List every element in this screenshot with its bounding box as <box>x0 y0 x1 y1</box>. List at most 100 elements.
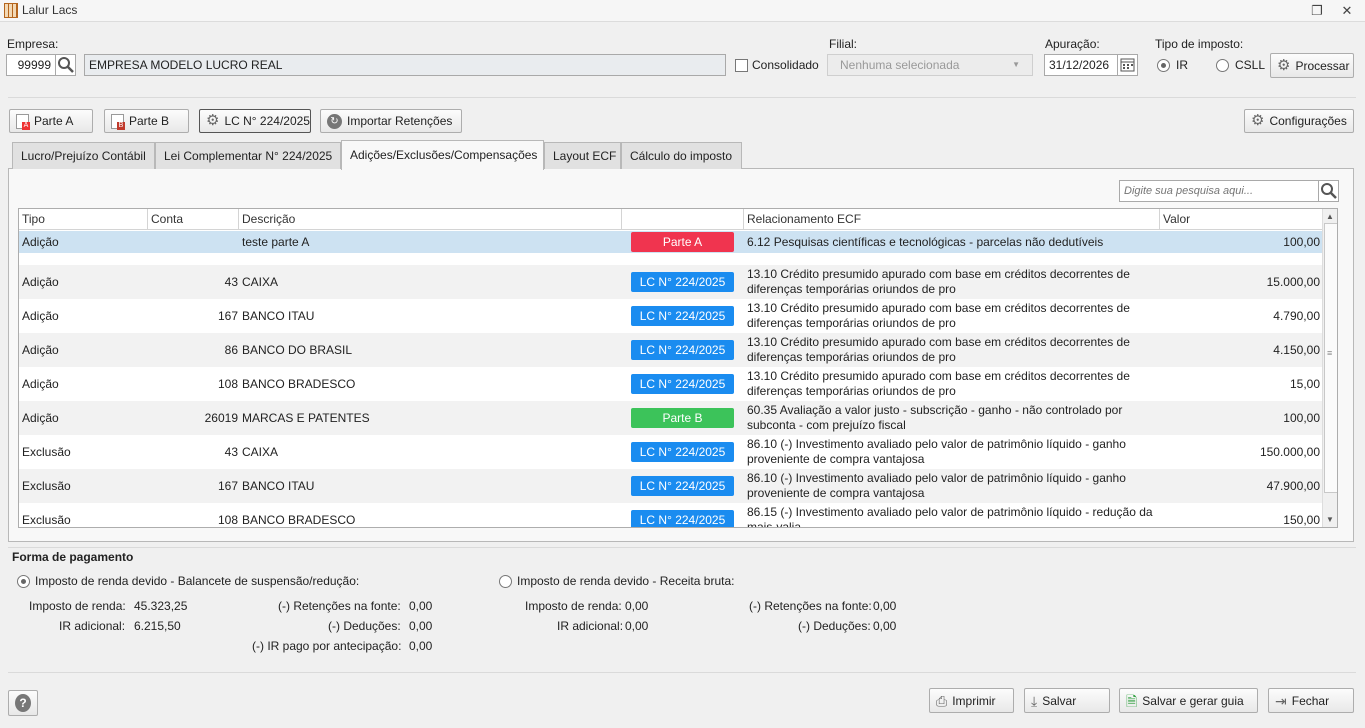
column-header-descricao[interactable]: Descrição <box>239 209 622 230</box>
cell-conta: 167 <box>217 309 238 323</box>
tab-lucro-prejuizo[interactable]: Lucro/Prejuízo Contábil <box>12 142 155 169</box>
importar-retencoes-button[interactable]: ↻ Importar Retenções <box>320 109 462 133</box>
right-ret-label: (-) Retenções na fonte: <box>749 599 872 613</box>
empresa-code-input[interactable]: 99999 <box>6 54 56 76</box>
tipo-imposto-label: Tipo de imposto: <box>1155 37 1244 51</box>
cell-valor: 15.000,00 <box>1266 275 1320 289</box>
column-header-relacionamento-ecf[interactable]: Relacionamento ECF <box>744 209 1160 230</box>
table-row[interactable]: Adição 86 BANCO DO BRASIL LC N° 224/2025 13.… <box>19 333 1322 367</box>
left-ded-value: 0,00 <box>409 619 433 633</box>
fechar-label: Fechar <box>1291 693 1330 708</box>
processar-button[interactable]: ⚙ Processar <box>1270 53 1354 78</box>
left-ret-value: 0,00 <box>409 599 433 613</box>
parte-b-label: Parte B <box>129 114 170 128</box>
lc-button[interactable]: ⚙ LC N° 224/2025 <box>199 109 311 133</box>
close-icon[interactable]: ✕ <box>1339 3 1355 19</box>
salvar-button[interactable]: ⤓ Salvar <box>1024 688 1110 713</box>
chevron-down-icon: ▼ <box>1012 60 1020 69</box>
cell-tipo: Adição <box>22 411 59 425</box>
restore-icon[interactable]: ❐ <box>1309 3 1325 19</box>
imprimir-button[interactable]: ⎙ Imprimir <box>929 688 1014 713</box>
origin-badge: LC N° 224/2025 <box>631 306 734 326</box>
cell-tipo: Exclusão <box>22 445 71 459</box>
table-row[interactable]: Adição 43 CAIXA LC N° 224/2025 13.10 Crédito… <box>19 265 1322 299</box>
table-row[interactable]: Adição teste parte A Parte A 6.12 Pesquisas… <box>19 231 1322 253</box>
filial-select[interactable]: Nenhuma selecionada ▼ <box>827 54 1033 76</box>
empresa-name-field: EMPRESA MODELO LUCRO REAL <box>84 54 726 76</box>
apuracao-label: Apuração: <box>1045 37 1100 51</box>
tab-layout-ecf[interactable]: Layout ECF <box>544 142 621 169</box>
scroll-up-icon[interactable]: ▲ <box>1326 212 1334 221</box>
help-icon: ? <box>15 694 31 712</box>
help-button[interactable]: ? <box>8 690 38 716</box>
cell-relacionamento-ecf: 6.12 Pesquisas científicas e tecnológica… <box>747 231 1157 253</box>
table-row[interactable]: Adição 26019 MARCAS E PATENTES Parte B 60.35… <box>19 401 1322 435</box>
tab-lei-complementar[interactable]: Lei Complementar N° 224/2025 <box>155 142 341 169</box>
cell-descricao: MARCAS E PATENTES <box>242 411 370 425</box>
parte-a-label: Parte A <box>34 114 74 128</box>
cell-conta: 108 <box>217 377 238 391</box>
balancete-radio[interactable]: Imposto de renda devido - Balancete de s… <box>17 574 359 588</box>
calendar-button[interactable] <box>1117 54 1138 76</box>
empresa-search-button[interactable] <box>55 54 76 76</box>
table-row[interactable]: Exclusão 108 BANCO BRADESCO LC N° 224/2025 8… <box>19 503 1322 527</box>
search-input[interactable] <box>1119 180 1319 202</box>
radio-button[interactable] <box>499 574 512 588</box>
calendar-icon <box>1120 58 1135 72</box>
ecf-line: diferenças temporárias oriundos de pro <box>747 282 956 296</box>
table-row[interactable]: Adição 108 BANCO BRADESCO LC N° 224/2025 13.… <box>19 367 1322 401</box>
parte-a-button[interactable]: A Parte A <box>9 109 93 133</box>
table-row[interactable]: Exclusão 43 CAIXA LC N° 224/2025 86.10 (-) I… <box>19 435 1322 469</box>
column-header-tipo[interactable]: Tipo <box>19 209 148 230</box>
cell-tipo: Exclusão <box>22 479 71 493</box>
scroll-down-icon[interactable]: ▼ <box>1326 515 1334 524</box>
download-icon: ⤓ <box>1031 692 1038 709</box>
apuracao-date-input[interactable]: 31/12/2026 <box>1044 54 1118 76</box>
search-icon <box>58 57 74 73</box>
cell-conta: 26019 <box>204 411 238 425</box>
divider <box>8 547 1356 548</box>
consolidado-checkbox[interactable]: Consolidado <box>735 58 819 72</box>
scroll-thumb[interactable] <box>1324 223 1337 493</box>
tab-adicoes-exclusoes[interactable]: Adições/Exclusões/Compensações <box>341 140 544 170</box>
parte-b-button[interactable]: B Parte B <box>104 109 189 133</box>
csll-radio[interactable]: CSLL <box>1216 58 1265 72</box>
receita-bruta-radio[interactable]: Imposto de renda devido - Receita bruta: <box>499 574 734 588</box>
column-header-badge[interactable] <box>622 209 744 230</box>
table-row[interactable]: Exclusão 167 BANCO ITAU LC N° 224/2025 86.10… <box>19 469 1322 503</box>
radio-button[interactable] <box>17 574 30 588</box>
ecf-line: proveniente de compra vantajosa <box>747 486 925 500</box>
fechar-button[interactable]: ⇥ Fechar <box>1268 688 1354 713</box>
ir-radio[interactable]: IR <box>1157 58 1188 72</box>
import-icon: ↻ <box>327 113 342 129</box>
right-ded-value: 0,00 <box>873 619 897 633</box>
radio-button[interactable] <box>1216 58 1229 72</box>
cell-descricao: teste parte A <box>242 235 310 249</box>
tab-calculo-imposto[interactable]: Cálculo do imposto <box>621 142 742 169</box>
ecf-line: 13.10 Crédito presumido apurado com base… <box>747 301 1130 315</box>
cell-descricao: CAIXA <box>242 275 279 289</box>
table-row[interactable]: Adição 167 BANCO ITAU LC N° 224/2025 13.10 C… <box>19 299 1322 333</box>
receita-bruta-label: Imposto de renda devido - Receita bruta: <box>517 574 735 588</box>
search-button[interactable] <box>1318 180 1339 202</box>
gear-icon: ⚙ <box>206 112 220 129</box>
document-check-icon: 🗎 <box>1126 692 1138 709</box>
origin-badge: LC N° 224/2025 <box>631 442 734 462</box>
column-header-conta[interactable]: Conta <box>148 209 239 230</box>
left-ant-value: 0,00 <box>409 639 433 653</box>
parte-a-icon: A <box>16 113 30 130</box>
radio-button[interactable] <box>1157 58 1170 72</box>
column-header-valor[interactable]: Valor <box>1160 209 1322 230</box>
origin-badge: LC N° 224/2025 <box>631 340 734 360</box>
cell-conta: 86 <box>224 343 238 357</box>
checkbox[interactable] <box>735 58 748 72</box>
ecf-line: diferenças temporárias oriundos de pro <box>747 316 956 330</box>
vertical-scrollbar[interactable]: ▲ ≡ ▼ <box>1322 209 1337 527</box>
salvar-gerar-guia-button[interactable]: 🗎 Salvar e gerar guia <box>1119 688 1258 713</box>
cell-valor: 100,00 <box>1283 411 1320 425</box>
cell-relacionamento-ecf: 86.10 (-) Investimento avaliado pelo val… <box>747 435 1157 469</box>
ecf-line: 86.10 (-) Investimento avaliado pelo val… <box>747 437 1126 451</box>
ecf-line: 13.10 Crédito presumido apurado com base… <box>747 369 1130 383</box>
configuracoes-button[interactable]: ⚙ Configurações <box>1244 109 1354 133</box>
cell-descricao: BANCO BRADESCO <box>242 377 356 391</box>
